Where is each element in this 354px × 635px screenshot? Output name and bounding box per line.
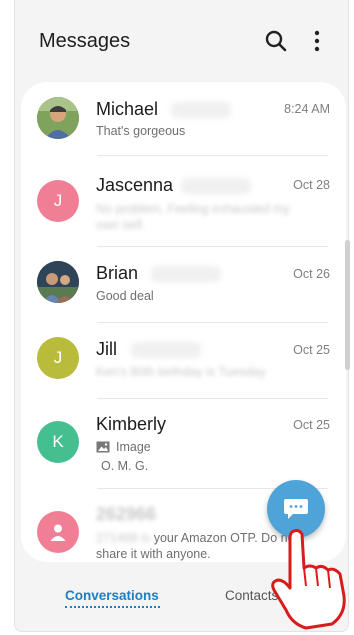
conversation-item-kimberly[interactable]: K Kimberly Oct 25 Image O. M. G. xyxy=(21,399,346,489)
contact-name: 262966 xyxy=(96,504,157,524)
redacted-surname xyxy=(171,102,231,118)
message-preview: Good deal xyxy=(96,289,154,303)
conversation-item-jill[interactable]: J Jill Oct 25 Ken's 80th birthday is Tue… xyxy=(21,323,346,398)
message-date: Oct 26 xyxy=(293,267,330,281)
message-preview-line2: own self. xyxy=(96,218,146,232)
contact-name: Jill xyxy=(96,339,117,359)
person-icon xyxy=(37,511,79,553)
initial-avatar: J xyxy=(37,337,79,379)
contact-name: Brian xyxy=(96,263,139,283)
initial-avatar: K xyxy=(37,421,79,463)
redacted-surname xyxy=(181,178,251,194)
message-preview-line2: O. M. G. xyxy=(101,459,149,473)
more-vertical-icon[interactable] xyxy=(307,28,327,54)
scrollbar[interactable] xyxy=(345,240,350,370)
contact-photo-avatar xyxy=(37,97,79,139)
tab-active-indicator xyxy=(65,606,160,608)
search-icon[interactable] xyxy=(263,28,289,54)
message-preview: Ken's 80th birthday is Tuesday xyxy=(96,365,266,379)
message-date: Oct 25 xyxy=(293,343,330,357)
redacted-surname xyxy=(151,266,221,282)
conversation-item-michael[interactable]: Michael 8:24 AM That's gorgeous xyxy=(21,82,346,158)
page-title: Messages xyxy=(39,30,131,52)
contact-name: Jascenna xyxy=(96,175,174,195)
conversation-item-jascenna[interactable]: J Jascenna Oct 28 No problem. Feeling ex… xyxy=(21,156,346,246)
tab-conversations[interactable]: Conversations xyxy=(65,588,159,603)
attachment-label: Image xyxy=(116,440,151,454)
initial-avatar: J xyxy=(37,180,79,222)
message-date: Oct 28 xyxy=(293,178,330,192)
image-icon xyxy=(96,441,110,453)
redacted-surname xyxy=(131,342,201,358)
pointing-hand-icon xyxy=(262,524,354,630)
message-preview-line2: share it with anyone. xyxy=(96,547,211,561)
contact-name: Kimberly xyxy=(96,414,167,434)
app-bar: Messages xyxy=(15,0,348,80)
message-date: Oct 25 xyxy=(293,418,330,432)
contact-photo-avatar xyxy=(37,261,79,303)
conversation-item-brian[interactable]: Brian Oct 26 Good deal xyxy=(21,247,346,322)
message-preview: That's gorgeous xyxy=(96,124,186,138)
redacted-code: 271468 is xyxy=(96,531,151,545)
message-preview-line1: No problem. Feeling exhausted my xyxy=(96,202,290,216)
contact-name: Michael xyxy=(96,99,159,119)
message-date: 8:24 AM xyxy=(284,102,330,116)
message-preview-attachment: Image xyxy=(96,440,151,454)
